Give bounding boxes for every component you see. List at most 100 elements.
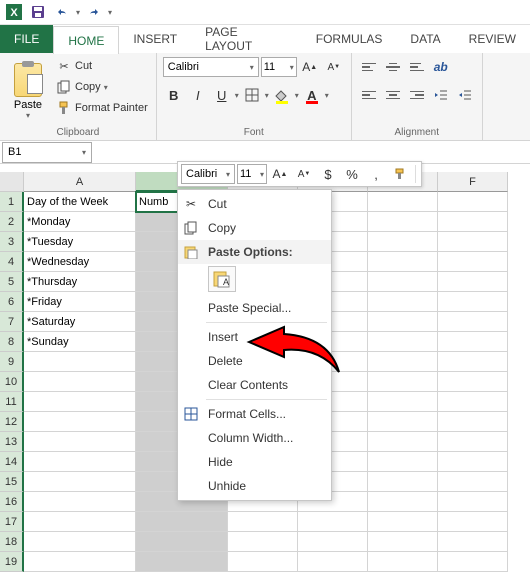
ctx-format-cells[interactable]: Format Cells... [178, 402, 331, 426]
cell[interactable] [24, 512, 136, 532]
row-header[interactable]: 9 [0, 352, 24, 372]
cell[interactable]: *Wednesday [24, 252, 136, 272]
tab-home[interactable]: HOME [53, 26, 119, 54]
cell[interactable] [438, 372, 508, 392]
cell[interactable] [438, 392, 508, 412]
cell[interactable] [368, 532, 438, 552]
select-all-button[interactable] [0, 172, 24, 192]
copy-button[interactable]: Copy ▾ [54, 77, 150, 97]
mini-comma-button[interactable]: , [365, 163, 387, 185]
column-header-A[interactable]: A [24, 172, 136, 192]
row-header[interactable]: 19 [0, 552, 24, 572]
undo-dropdown-icon[interactable]: ▾ [76, 8, 80, 17]
ctx-column-width[interactable]: Column Width... [178, 426, 331, 450]
cell[interactable] [438, 532, 508, 552]
ctx-unhide[interactable]: Unhide [178, 474, 331, 498]
cell[interactable] [438, 292, 508, 312]
row-header[interactable]: 13 [0, 432, 24, 452]
cell[interactable] [368, 432, 438, 452]
cell[interactable] [24, 432, 136, 452]
cell[interactable] [368, 452, 438, 472]
row-header[interactable]: 7 [0, 312, 24, 332]
align-middle-button[interactable] [382, 56, 404, 78]
cell[interactable] [24, 392, 136, 412]
mini-percent-button[interactable]: % [341, 163, 363, 185]
cell[interactable] [368, 332, 438, 352]
cell[interactable] [438, 552, 508, 572]
underline-button[interactable]: U [211, 84, 233, 106]
ctx-paste-default[interactable]: A [208, 266, 236, 292]
ctx-copy[interactable]: Copy [178, 216, 331, 240]
cell[interactable] [228, 552, 298, 572]
cell[interactable]: *Thursday [24, 272, 136, 292]
cell[interactable] [438, 432, 508, 452]
row-header[interactable]: 1 [0, 192, 24, 212]
redo-icon[interactable] [84, 2, 104, 22]
cell[interactable] [298, 552, 368, 572]
cell[interactable] [438, 252, 508, 272]
ctx-cut[interactable]: ✂ Cut [178, 192, 331, 216]
cell[interactable] [368, 292, 438, 312]
row-header[interactable]: 6 [0, 292, 24, 312]
cell[interactable]: *Sunday [24, 332, 136, 352]
mini-format-painter-button[interactable] [389, 163, 411, 185]
cell[interactable] [24, 352, 136, 372]
cell[interactable] [438, 452, 508, 472]
row-header[interactable]: 4 [0, 252, 24, 272]
row-header[interactable]: 5 [0, 272, 24, 292]
cell[interactable] [438, 272, 508, 292]
row-header[interactable]: 2 [0, 212, 24, 232]
cell[interactable]: *Tuesday [24, 232, 136, 252]
paste-button[interactable]: Paste ▾ [6, 56, 50, 127]
decrease-indent-button[interactable] [430, 84, 452, 106]
align-top-button[interactable] [358, 56, 380, 78]
mini-grow-font-button[interactable]: A▲ [269, 163, 291, 185]
tab-file[interactable]: FILE [0, 25, 53, 53]
cell[interactable] [24, 532, 136, 552]
cell[interactable] [298, 512, 368, 532]
mini-shrink-font-button[interactable]: A▼ [293, 163, 315, 185]
cell[interactable] [368, 192, 438, 212]
grow-font-button[interactable]: A▲ [299, 56, 321, 78]
mini-size-select[interactable]: 11▾ [237, 164, 267, 184]
cell[interactable] [438, 352, 508, 372]
fill-color-dropdown-icon[interactable]: ▾ [295, 91, 299, 100]
cell[interactable] [438, 472, 508, 492]
cell[interactable] [228, 512, 298, 532]
cell[interactable] [438, 492, 508, 512]
cell[interactable] [24, 552, 136, 572]
row-header[interactable]: 3 [0, 232, 24, 252]
font-name-select[interactable]: Calibri▾ [163, 57, 259, 77]
row-header[interactable]: 18 [0, 532, 24, 552]
borders-dropdown-icon[interactable]: ▾ [265, 91, 269, 100]
cell[interactable] [368, 472, 438, 492]
cell[interactable] [24, 412, 136, 432]
cell[interactable] [24, 472, 136, 492]
cell[interactable]: *Saturday [24, 312, 136, 332]
cell[interactable] [368, 252, 438, 272]
cell[interactable] [368, 232, 438, 252]
copy-dropdown-icon[interactable]: ▾ [104, 83, 108, 92]
ctx-paste-special[interactable]: Paste Special... [178, 296, 331, 320]
cell[interactable] [368, 312, 438, 332]
cell[interactable] [136, 532, 228, 552]
tab-page-layout[interactable]: PAGE LAYOUT [191, 25, 302, 53]
name-box[interactable]: B1 ▾ [2, 142, 92, 163]
cell[interactable] [368, 392, 438, 412]
row-header[interactable]: 17 [0, 512, 24, 532]
cell[interactable] [368, 512, 438, 532]
align-left-button[interactable] [358, 84, 380, 106]
qat-customize-icon[interactable]: ▾ [108, 8, 112, 17]
cut-button[interactable]: ✂ Cut [54, 56, 150, 76]
row-header[interactable]: 10 [0, 372, 24, 392]
cell[interactable] [368, 552, 438, 572]
shrink-font-button[interactable]: A▼ [323, 56, 345, 78]
underline-dropdown-icon[interactable]: ▾ [235, 91, 239, 100]
font-color-dropdown-icon[interactable]: ▾ [325, 91, 329, 100]
cell[interactable]: *Friday [24, 292, 136, 312]
align-right-button[interactable] [406, 84, 428, 106]
cell[interactable] [298, 532, 368, 552]
row-header[interactable]: 14 [0, 452, 24, 472]
save-icon[interactable] [28, 2, 48, 22]
name-box-dropdown-icon[interactable]: ▾ [82, 148, 86, 157]
